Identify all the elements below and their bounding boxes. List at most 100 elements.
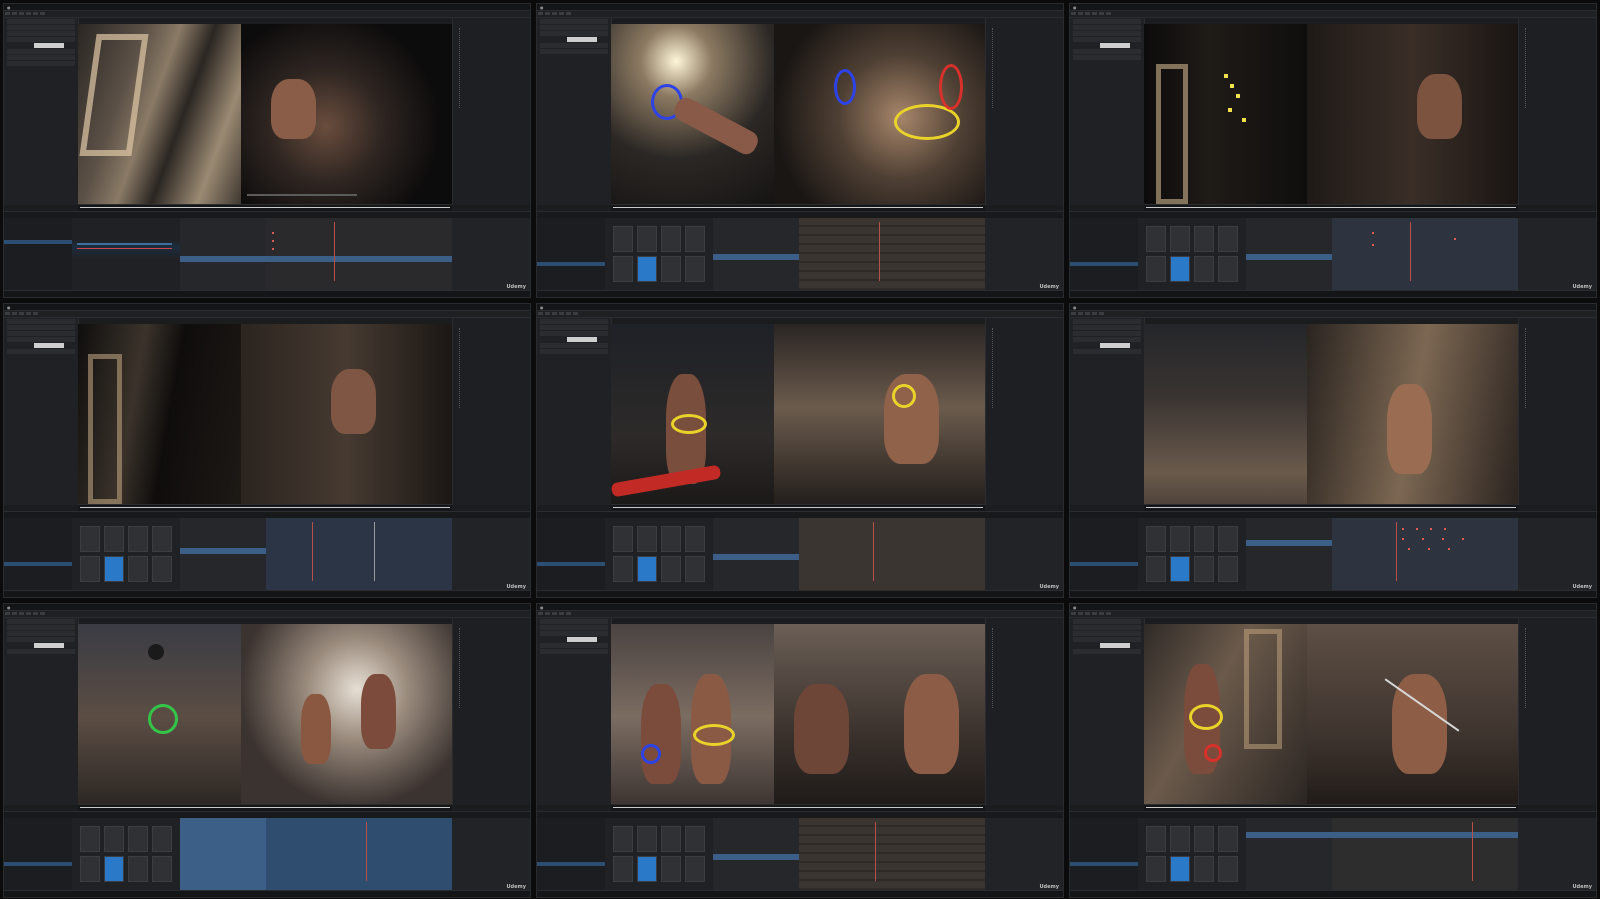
viewport-scrubber[interactable] — [78, 504, 452, 511]
sequencer-toolbar — [537, 811, 1063, 818]
viewport-right[interactable] — [1307, 24, 1518, 210]
editor-window-4: ● Udemy — [3, 303, 531, 598]
content-browser — [1070, 218, 1139, 291]
toolbar — [1070, 11, 1596, 18]
menu-bar: ● — [537, 304, 1063, 311]
asset-thumbnails[interactable] — [605, 518, 714, 591]
viewport-scrubber[interactable] — [78, 804, 452, 811]
viewport-right[interactable] — [774, 624, 985, 810]
sequencer-toolbar — [537, 511, 1063, 518]
asset-thumbnails[interactable] — [1138, 218, 1247, 291]
details-panel — [1070, 318, 1145, 505]
asset-thumbnails[interactable] — [72, 518, 181, 591]
gantry-tower — [1244, 629, 1282, 749]
sequencer-panel — [1070, 518, 1596, 591]
keyframe-area[interactable] — [1332, 518, 1518, 591]
track-list[interactable] — [180, 218, 267, 291]
menu-bar: ● — [1070, 4, 1596, 11]
track-list[interactable] — [1246, 218, 1333, 291]
viewport-left[interactable] — [1144, 624, 1307, 810]
udemy-watermark: Udemy — [1572, 584, 1593, 590]
track-list[interactable] — [1246, 518, 1333, 591]
viewport-left[interactable] — [78, 24, 241, 210]
actor-arm — [670, 94, 762, 158]
keyframe-area[interactable] — [1332, 818, 1518, 891]
viewport-left[interactable] — [610, 324, 774, 510]
keyframe-area[interactable] — [266, 218, 452, 291]
sequencer-toolbar — [1070, 511, 1596, 518]
actor-head — [1417, 74, 1462, 139]
asset-thumbnails[interactable] — [605, 818, 714, 891]
editor-window-6: ● Udemy — [1069, 303, 1597, 598]
viewport-right[interactable] — [774, 24, 985, 210]
track-list[interactable] — [713, 218, 800, 291]
menu-bar: ● — [4, 304, 530, 311]
content-browser — [537, 218, 606, 291]
track-list[interactable] — [1246, 818, 1333, 891]
viewport-scrubber[interactable] — [1144, 504, 1518, 511]
keyframe-area[interactable] — [266, 518, 452, 591]
content-browser — [4, 518, 73, 591]
status-bar — [1070, 290, 1596, 297]
asset-thumbnails[interactable] — [1138, 818, 1247, 891]
rig-control-ring — [834, 69, 856, 105]
keyframe-area[interactable] — [799, 218, 985, 291]
track-list[interactable] — [180, 818, 267, 891]
udemy-watermark: Udemy — [1572, 284, 1593, 290]
rig-control-ring — [641, 744, 661, 764]
sequencer-toolbar — [4, 811, 530, 818]
details-panel — [1070, 18, 1145, 205]
viewport-right[interactable] — [774, 324, 985, 510]
viewport-scrubber[interactable] — [611, 504, 985, 511]
toolbar — [537, 11, 1063, 18]
actor-back — [1387, 384, 1432, 474]
outliner-panel — [985, 318, 1063, 505]
track-list[interactable] — [713, 818, 800, 891]
viewport-right[interactable] — [241, 624, 452, 810]
keyframe-area[interactable] — [799, 518, 985, 591]
viewport-left[interactable] — [611, 624, 774, 810]
viewport-scrubber[interactable] — [1144, 804, 1518, 811]
track-list[interactable] — [713, 518, 800, 591]
viewport-left[interactable] — [78, 624, 241, 810]
toolbar — [537, 611, 1063, 618]
gantry-tower — [1156, 64, 1188, 204]
keyframe-area[interactable] — [1332, 218, 1518, 291]
rig-control-ring — [892, 384, 916, 408]
viewport-scrubber[interactable] — [611, 204, 985, 211]
editor-window-3: ● Udemy — [1069, 3, 1597, 298]
status-bar — [1070, 890, 1596, 897]
viewport-scrubber[interactable] — [78, 204, 452, 211]
toolbar — [4, 611, 530, 618]
viewport-right[interactable] — [241, 24, 452, 210]
sequencer-toolbar — [1070, 811, 1596, 818]
viewport-right[interactable] — [241, 324, 452, 510]
viewport-right[interactable] — [1307, 324, 1518, 510]
viewport-left[interactable] — [78, 324, 241, 510]
viewport-scrubber[interactable] — [611, 804, 985, 811]
viewport-scrubber[interactable] — [1144, 204, 1518, 211]
viewport-right[interactable] — [1307, 624, 1518, 810]
sequencer-toolbar — [1070, 211, 1596, 218]
rig-control-ring — [939, 64, 963, 110]
menu-bar: ● — [1070, 304, 1596, 311]
keyframe-area[interactable] — [799, 818, 985, 891]
subtitle-line — [247, 194, 357, 196]
asset-thumbnails[interactable] — [1138, 518, 1247, 591]
status-bar — [4, 290, 530, 297]
outliner-panel — [452, 618, 530, 805]
viewport-left[interactable] — [1144, 24, 1307, 210]
menu-bar: ● — [537, 4, 1063, 11]
sequencer-panel — [4, 518, 530, 591]
viewport-left[interactable] — [611, 24, 774, 210]
asset-thumbnails[interactable] — [605, 218, 714, 291]
keyframe-area[interactable] — [266, 818, 452, 891]
actor-fighter — [361, 674, 396, 749]
gantry-tower — [88, 354, 122, 504]
actor-fighter — [641, 684, 681, 784]
rig-control-ring — [148, 704, 178, 734]
viewport-left[interactable] — [1144, 324, 1307, 510]
track-list[interactable] — [180, 518, 267, 591]
curve-editor[interactable] — [72, 218, 181, 291]
asset-thumbnails[interactable] — [72, 818, 181, 891]
